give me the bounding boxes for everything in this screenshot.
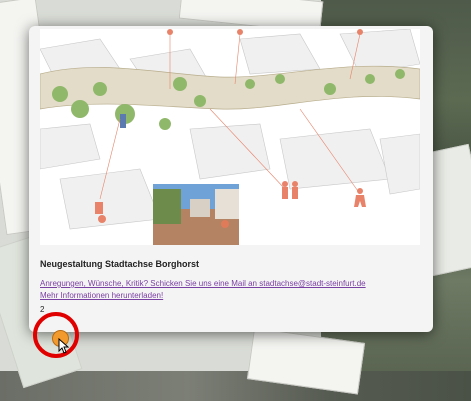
feedback-mail-link[interactable]: Anregungen, Wünsche, Kritik? Schicken Si… bbox=[40, 279, 366, 288]
download-info-link[interactable]: Mehr Informationen herunterladen! bbox=[40, 291, 163, 300]
plan-drawing bbox=[40, 29, 420, 245]
plan-image bbox=[40, 29, 420, 245]
popup-title: Neugestaltung Stadtachse Borghorst bbox=[40, 259, 200, 269]
aerial-imagery-bottom bbox=[0, 371, 471, 401]
mouse-pointer-icon bbox=[58, 338, 70, 354]
popup-count: 2 bbox=[40, 305, 45, 314]
info-popup: Neugestaltung Stadtachse Borghorst Anreg… bbox=[29, 26, 433, 332]
street-photo bbox=[153, 184, 239, 245]
